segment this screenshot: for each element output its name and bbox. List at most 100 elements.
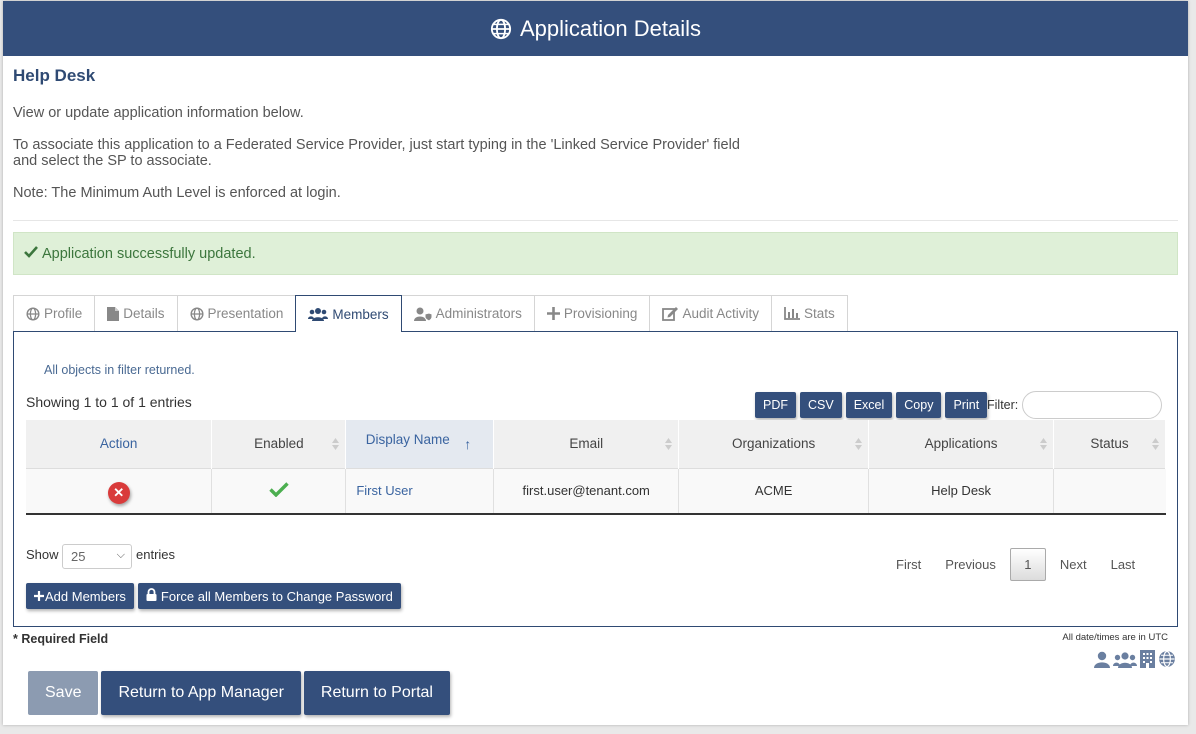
- tab-provisioning[interactable]: Provisioning: [533, 295, 651, 331]
- column-label: Status: [1090, 436, 1129, 452]
- tab-audit-activity[interactable]: Audit Activity: [649, 295, 772, 331]
- sort-icon: [665, 438, 673, 450]
- action-cell: ✕: [26, 467, 213, 515]
- force-password-change-button[interactable]: Force all Members to Change Password: [137, 583, 401, 609]
- copy-button[interactable]: Copy: [896, 392, 942, 418]
- column-header-status[interactable]: Status: [1053, 420, 1166, 468]
- tab-bar: Profile Details Presentation Members Adm…: [13, 295, 848, 332]
- delete-icon[interactable]: ✕: [107, 481, 130, 504]
- chevron-down-icon: ⌵: [116, 549, 125, 561]
- return-to-portal-button[interactable]: Return to Portal: [303, 671, 450, 715]
- add-members-button[interactable]: Add Members: [26, 583, 134, 609]
- check-icon: [24, 245, 38, 262]
- filter-note: All objects in filter returned.: [44, 363, 195, 377]
- previous-page-link[interactable]: Previous: [933, 557, 1008, 572]
- auth-level-note: Note: The Minimum Auth Level is enforced…: [13, 185, 341, 201]
- tab-members[interactable]: Members: [295, 295, 402, 332]
- button-label: Force all Members to Change Password: [160, 588, 393, 604]
- check-icon: [269, 482, 289, 500]
- display-name-cell[interactable]: First User: [345, 467, 495, 515]
- globe-icon: [1158, 650, 1176, 673]
- globe-icon: [490, 18, 512, 40]
- footer-buttons: Save Return to App Manager Return to Por…: [28, 671, 450, 715]
- page-length-select[interactable]: 25 ⌵: [62, 544, 132, 569]
- export-buttons: PDF CSV Excel Copy Print: [755, 392, 988, 418]
- user-shield-icon: [413, 307, 432, 321]
- plus-icon: [34, 589, 44, 604]
- sort-icon: [332, 438, 340, 450]
- page-length-value: 25: [71, 549, 86, 564]
- column-header-applications[interactable]: Applications: [868, 420, 1055, 468]
- intro-text: View or update application information b…: [13, 105, 304, 121]
- tab-stats[interactable]: Stats: [770, 295, 848, 331]
- tab-administrators[interactable]: Administrators: [400, 295, 535, 331]
- column-label: Display Name: [365, 432, 450, 448]
- alert-text: Application successfully updated.: [42, 245, 256, 262]
- tab-label: Stats: [803, 306, 835, 321]
- filter-label: Filter:: [987, 398, 1019, 412]
- table-row: ✕ First User first.user@tenant.com ACME …: [26, 467, 1166, 515]
- return-to-app-manager-button[interactable]: Return to App Manager: [101, 671, 301, 715]
- tab-label: Profile: [44, 306, 83, 321]
- column-header-organizations[interactable]: Organizations: [678, 420, 870, 468]
- tab-label: Audit Activity: [682, 306, 759, 321]
- intro-sp-text-1: To associate this application to a Feder…: [13, 137, 740, 153]
- success-alert: Application successfully updated.: [13, 232, 1178, 275]
- excel-button[interactable]: Excel: [845, 392, 893, 418]
- intro-sp-text-2: and select the SP to associate.: [13, 153, 212, 169]
- app-name-heading: Help Desk: [13, 66, 96, 85]
- tab-details[interactable]: Details: [94, 295, 178, 331]
- column-header-email[interactable]: Email: [493, 420, 680, 468]
- tab-label: Members: [332, 306, 389, 322]
- utc-note: All date/times are in UTC: [1062, 632, 1168, 643]
- save-button[interactable]: Save: [28, 671, 99, 715]
- sort-icon: [1152, 438, 1159, 450]
- tab-label: Administrators: [435, 306, 522, 321]
- plus-icon: [546, 307, 560, 320]
- first-page-link[interactable]: First: [884, 557, 933, 572]
- next-page-link[interactable]: Next: [1048, 557, 1099, 572]
- show-label: Show: [26, 547, 59, 562]
- print-button[interactable]: Print: [945, 392, 988, 418]
- last-page-link[interactable]: Last: [1099, 557, 1148, 572]
- lock-icon: [146, 588, 157, 604]
- sort-ascending-icon: ↑: [464, 436, 472, 452]
- chart-icon: [784, 307, 800, 320]
- status-cell: [1053, 467, 1166, 515]
- column-label: Organizations: [732, 436, 816, 452]
- application-details-panel: Application Details Help Desk View or up…: [3, 1, 1188, 725]
- edit-icon: [662, 306, 679, 321]
- button-label: Add Members: [45, 588, 126, 604]
- column-label: Enabled: [254, 436, 304, 452]
- user-icon: [1094, 651, 1110, 673]
- organizations-cell: ACME: [678, 467, 870, 515]
- users-icon: [308, 307, 329, 321]
- globe-icon: [189, 306, 204, 321]
- csv-button[interactable]: CSV: [800, 392, 842, 418]
- building-icon: [1140, 650, 1155, 673]
- users-icon: [1113, 651, 1137, 673]
- tab-profile[interactable]: Profile: [13, 295, 96, 331]
- tab-presentation[interactable]: Presentation: [176, 295, 297, 331]
- tab-label: Presentation: [207, 306, 284, 321]
- members-tab-pane: All objects in filter returned. Showing …: [13, 331, 1178, 627]
- applications-cell: Help Desk: [868, 467, 1055, 515]
- page-title: Application Details: [520, 15, 701, 41]
- sort-icon: [855, 438, 863, 450]
- tab-label: Provisioning: [563, 306, 638, 321]
- email-cell: first.user@tenant.com: [493, 467, 680, 515]
- table-info: Showing 1 to 1 of 1 entries: [26, 394, 192, 410]
- pdf-button[interactable]: PDF: [755, 392, 796, 418]
- member-actions: Add Members Force all Members to Change …: [26, 583, 401, 609]
- enabled-cell: [211, 467, 347, 515]
- members-table: Action Enabled Display Name ↑ Email Orga…: [26, 420, 1166, 515]
- page-header: Application Details: [3, 1, 1188, 56]
- filter-input[interactable]: [1022, 391, 1162, 419]
- current-page-button[interactable]: 1: [1009, 548, 1046, 581]
- column-header-enabled[interactable]: Enabled: [211, 420, 347, 468]
- column-header-action[interactable]: Action: [26, 420, 213, 468]
- status-icons: [1094, 650, 1176, 673]
- column-header-display-name[interactable]: Display Name ↑: [345, 420, 495, 468]
- column-label: Applications: [924, 436, 998, 452]
- entries-label: entries: [136, 547, 176, 562]
